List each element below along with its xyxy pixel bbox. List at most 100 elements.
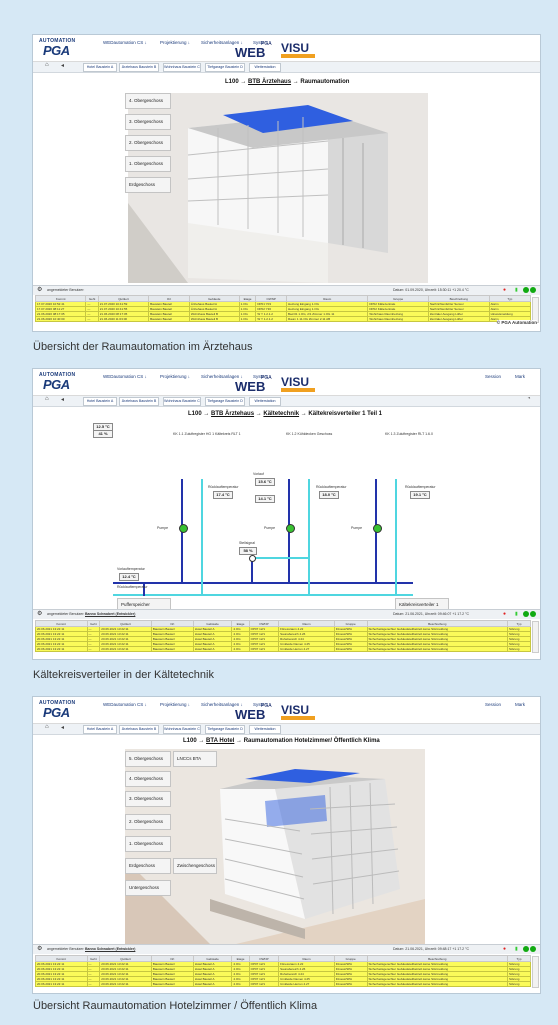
bypass-pipe [251,559,253,583]
pump-icon[interactable] [286,524,295,533]
group-label-2: KK 1.2 Kühldecken Geschoss [286,432,333,436]
valve-icon[interactable] [249,555,256,562]
temp-label: Rücklauftemperatur [208,485,239,489]
menu-projektierung[interactable]: Projektierung ↓ [160,40,190,45]
alarm-table-scrollbar[interactable] [532,621,539,653]
nav-bar: ⌂ ◂ Hotel Baustein A Ärztehaus Baustein … [33,724,540,735]
table-cell: Umkleide Herren 4.27 [278,981,335,987]
floor-3og[interactable]: 3. Obergeschoss [125,791,171,807]
nav-wetterstation[interactable]: Wetterstation [249,397,281,406]
floor-eg[interactable]: Erdgeschoss [125,177,171,193]
return-pipe-3 [395,479,397,595]
nav-wohnhaus[interactable]: Wohnhaus Baustein C [163,397,201,406]
breadcrumb-aerztehaus[interactable]: BTB Ärztehaus [211,411,254,417]
settings-icon[interactable]: ⚙ [37,610,42,617]
alarm-bell-icon[interactable]: ● [503,287,506,293]
nav-tiefgarage[interactable]: Tiefgarage Baustein D [205,725,245,734]
home-icon[interactable]: ⌂ [45,724,49,730]
floor-2og[interactable]: 2. Obergeschoss [125,814,171,830]
floor-eg[interactable]: Erdgeschoss [125,858,171,874]
floor-zwischengeschoss[interactable]: Zwischengeschoss [173,858,217,874]
menu-projektierung[interactable]: Projektierung ↓ [160,374,190,379]
menu-projektierung[interactable]: Projektierung ↓ [160,702,190,707]
help-icon[interactable]: ◔ [527,396,531,402]
user-menu[interactable]: Mark [515,374,525,379]
alarm-table-scrollbar[interactable] [532,956,539,988]
table-cell: 4.OG [231,981,250,987]
pump-icon[interactable] [179,524,188,533]
app-header: AUTOMATION PGA WEDautomation CS ↓ Projek… [33,697,540,724]
datetime-status: Datum: 01.09.2020, Uhrzeit: 15:30:11 +1 … [393,288,469,292]
valve-value: 58 % [239,547,257,555]
nav-wetterstation[interactable]: Wetterstation [249,725,281,734]
session-label[interactable]: Session [485,702,501,707]
screenshot-raumautomation: AUTOMATION PGA WEDautomation CS ↓ Projek… [32,34,541,332]
table-cell: Umkleide Herren 4.27 [278,646,335,652]
table-cell: 21.06.2020 10:40:00 [34,316,87,322]
floor-1og[interactable]: 1. Obergeschoss [125,156,171,172]
table-cell: 1.OG [238,316,257,322]
menu-wedautomation[interactable]: WEDautomation CS ↓ [103,40,147,45]
breadcrumb-l100[interactable]: L100 [183,738,197,744]
floor-4og[interactable]: 4. Obergeschoss [125,771,171,787]
user-name-link[interactable]: Banno Schwabert (Entwickler) [85,612,135,616]
settings-icon[interactable]: ⚙ [37,945,42,952]
floor-1og[interactable]: 1. Obergeschoss [125,836,171,852]
floor-2og[interactable]: 2. Obergeschoss [125,135,171,151]
nav-tiefgarage[interactable]: Tiefgarage Baustein D [205,63,245,72]
temp-value: 12.4 °C [119,573,139,581]
session-label[interactable]: Session [485,374,501,379]
breadcrumb-l100[interactable]: L100 [188,411,202,417]
table-row[interactable]: 20.06.2021 13:22:11 --- 20.06.2021 13:22:1… [35,981,532,987]
table-cell: Fitness/SPA [333,646,368,652]
breadcrumb-l100[interactable]: L100 [225,79,239,85]
status-ok-icon [530,946,536,952]
table-row[interactable]: 21.06.2020 10:40:00 --- 21.06.2020 11:03:0… [34,316,532,322]
floor-5og[interactable]: 5. Obergeschoss [125,751,171,767]
user-label: angemeldeter Benutzer: [47,612,85,616]
nav-hotel[interactable]: Hotel Baustein A [83,725,117,734]
datetime-status: Datum: 21.06.2021, Uhrzeit: 09:46:07 +1 … [393,612,470,616]
home-icon[interactable]: ⌂ [45,396,49,402]
settings-icon[interactable]: ⚙ [37,286,42,293]
status-ok-icon [523,946,529,952]
alarm-table: Kommt Geht Quittiert Ort Gebäude Etage OWNP Rau… [34,295,532,322]
back-icon[interactable]: ◂ [61,62,64,69]
building-render-aerztehaus [128,93,428,283]
table-row[interactable]: 20.06.2021 13:22:11 --- 20.06.2021 13:22:1… [35,646,532,652]
nav-aerztehaus[interactable]: Ärztehaus Baustein B [119,397,159,406]
table-cell: Wohnhaus Raumheizung [367,316,429,322]
floor-ug[interactable]: Untergeschoss [125,880,171,896]
button-lnccs-bta[interactable]: LNCCs BTA [173,751,217,767]
nav-aerztehaus[interactable]: Ärztehaus Baustein B [119,63,159,72]
nav-aerztehaus[interactable]: Ärztehaus Baustein B [119,725,159,734]
back-icon[interactable]: ◂ [61,724,64,731]
menu-wedautomation[interactable]: WEDautomation CS ↓ [103,374,147,379]
breadcrumb-kaeltetechnik[interactable]: Kältetechnik [263,411,299,417]
nav-hotel[interactable]: Hotel Baustein A [83,397,117,406]
app-header: AUTOMATION PGA WEDautomation CS ↓ Projek… [33,369,540,396]
menu-wedautomation[interactable]: WEDautomation CS ↓ [103,702,147,707]
alarm-bell-icon[interactable]: ● [503,946,506,952]
breadcrumb-aerztehaus[interactable]: BTB Ärztehaus [248,79,291,85]
floor-4og[interactable]: 4. Obergeschoss [125,93,171,109]
back-icon[interactable]: ◂ [61,396,64,403]
user-name-link[interactable]: Banno Schwabert (Entwickler) [85,947,135,951]
alarm-table: Kommt Geht Quittiert Ort Gebäude Etage OWNP Rau… [35,620,532,652]
nav-tiefgarage[interactable]: Tiefgarage Baustein D [205,397,245,406]
table-cell: Fitness/SPA [333,981,368,987]
webvisu-logo: PGA WEB VISU [235,375,331,394]
floor-3og[interactable]: 3. Obergeschoss [125,114,171,130]
nav-wohnhaus[interactable]: Wohnhaus Baustein C [163,63,201,72]
breadcrumb-hotel[interactable]: BTA Hotel [206,738,234,744]
pump-icon[interactable] [373,524,382,533]
table-cell: Baustein Bauteil [150,646,194,652]
home-icon[interactable]: ⌂ [45,62,49,68]
table-cell: Baustein Bauteil [148,316,190,322]
user-menu[interactable]: Mark [515,702,525,707]
nav-hotel[interactable]: Hotel Baustein A [83,63,117,72]
nav-wetterstation[interactable]: Wetterstation [249,63,281,72]
temp-label: Rücklauftemperatur [405,485,436,489]
nav-wohnhaus[interactable]: Wohnhaus Baustein C [163,725,201,734]
alarm-bell-icon[interactable]: ● [503,611,506,617]
